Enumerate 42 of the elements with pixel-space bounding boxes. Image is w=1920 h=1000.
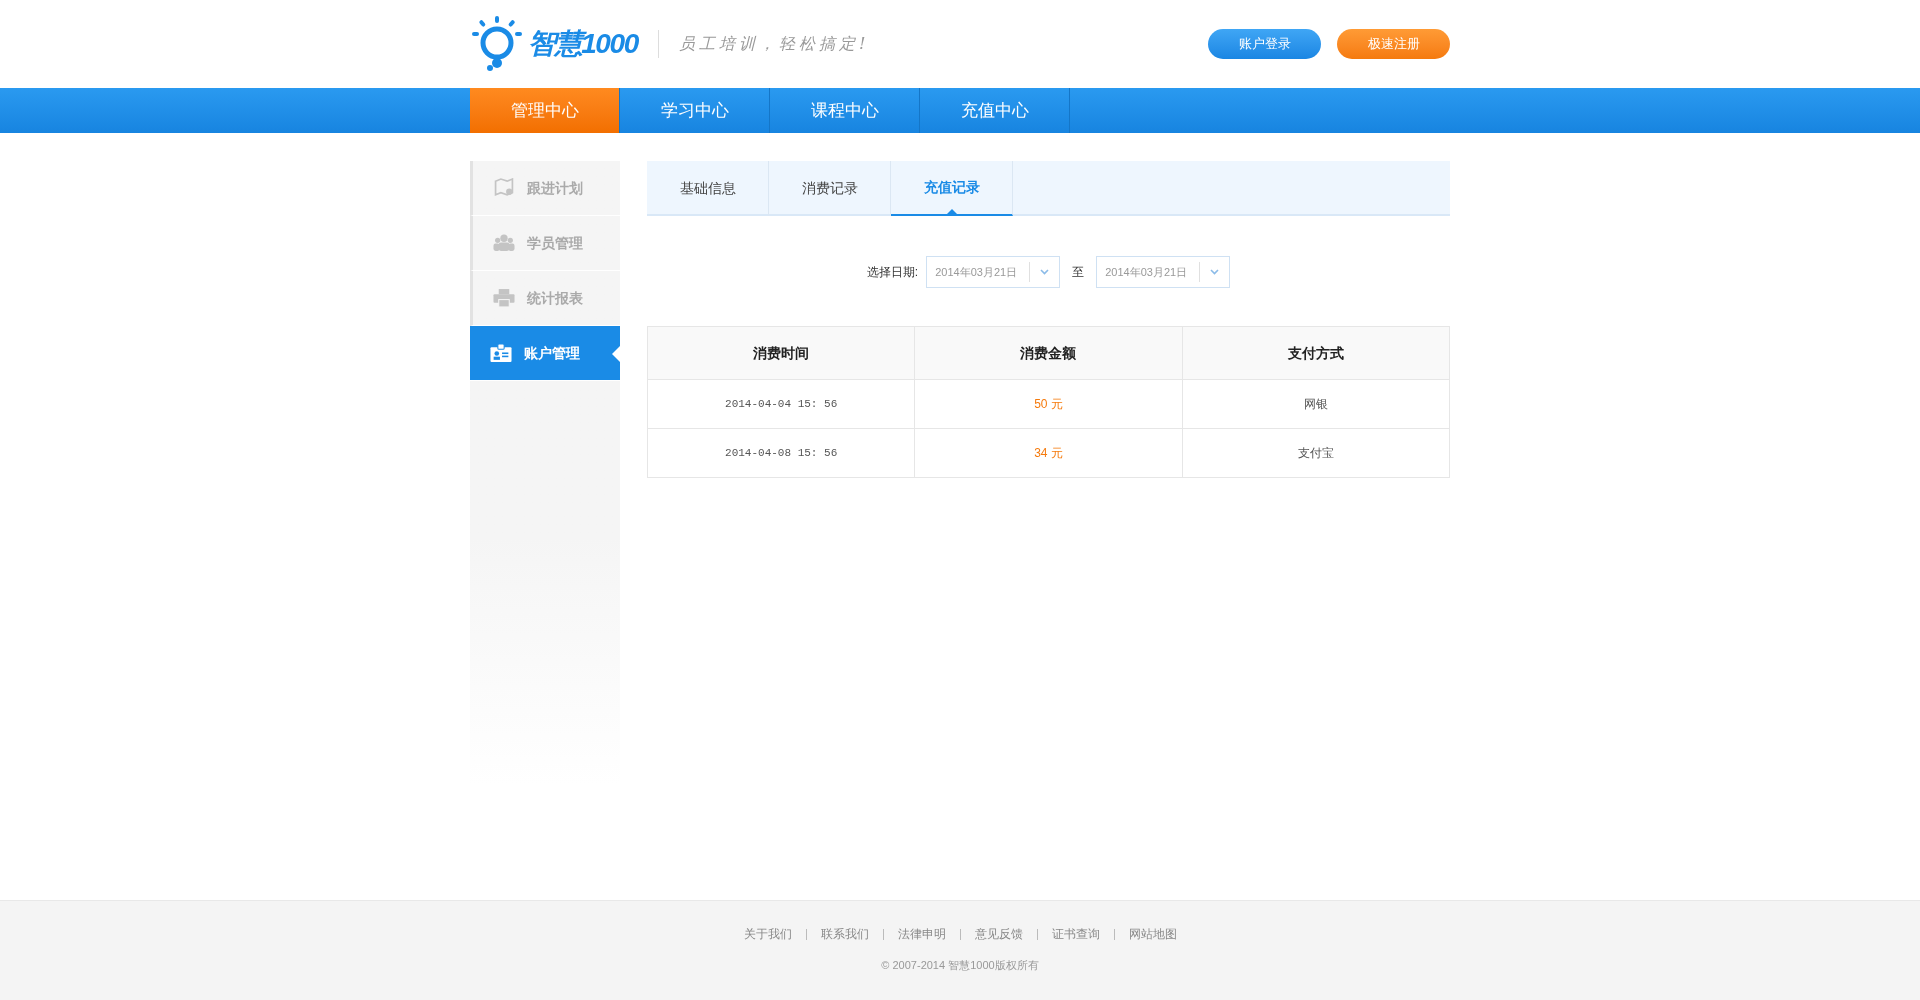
date-label: 选择日期: xyxy=(866,264,919,281)
copyright-text: © 2007-2014 智慧1000版权所有 xyxy=(881,958,1039,973)
id-card-icon xyxy=(490,343,512,363)
table-cell: 34 元 xyxy=(914,428,1183,478)
table-cell: 50 元 xyxy=(914,379,1183,429)
footer-link[interactable]: 法律申明 xyxy=(897,925,946,943)
date-picker[interactable]: 2014年03月21日 xyxy=(1096,256,1231,288)
footer-link[interactable]: 联系我们 xyxy=(820,925,869,943)
date-picker[interactable]: 2014年03月21日 xyxy=(926,256,1061,288)
sidebar-item[interactable]: 跟进计划 xyxy=(470,161,620,216)
printer-icon xyxy=(493,288,515,308)
table-cell: 2014-04-04 15: 56 xyxy=(647,379,915,429)
pointer-notch xyxy=(612,346,620,362)
range-separator: 至 xyxy=(1072,264,1085,281)
column-header: 消费金额 xyxy=(914,326,1183,380)
column-header: 支付方式 xyxy=(1182,326,1450,380)
sidebar-item[interactable]: 学员管理 xyxy=(470,216,620,271)
people-icon xyxy=(493,233,515,253)
register-button[interactable]: 极速注册 xyxy=(1337,29,1450,59)
slogan: 员工培训，轻松搞定! xyxy=(678,33,870,55)
footer-link[interactable]: 关于我们 xyxy=(743,925,792,943)
logo-text: 智慧1000 xyxy=(528,27,638,61)
tab[interactable]: 充值记录 xyxy=(891,161,1013,216)
table-cell: 网银 xyxy=(1182,379,1450,429)
lightbulb-logo-icon xyxy=(470,16,524,72)
table-cell: 支付宝 xyxy=(1182,428,1450,478)
login-button[interactable]: 账户登录 xyxy=(1208,29,1321,59)
chevron-down-icon xyxy=(1210,269,1220,275)
footer-link[interactable]: 意见反馈 xyxy=(974,925,1023,943)
nav-tab[interactable]: 课程中心 xyxy=(770,88,920,133)
sidebar-item[interactable]: 账户管理 xyxy=(470,326,620,381)
column-header: 消费时间 xyxy=(647,326,915,380)
nav-tab[interactable]: 充值中心 xyxy=(920,88,1070,133)
nav-tab[interactable]: 管理中心 xyxy=(470,88,620,133)
chevron-down-icon xyxy=(1040,269,1050,275)
nav-tab[interactable]: 学习中心 xyxy=(620,88,770,133)
tab[interactable]: 基础信息 xyxy=(647,161,769,216)
footer-link[interactable]: 证书查询 xyxy=(1051,925,1100,943)
tab[interactable]: 消费记录 xyxy=(769,161,891,216)
footer-link[interactable]: 网站地图 xyxy=(1128,925,1177,943)
table-cell: 2014-04-08 15: 56 xyxy=(647,428,915,478)
map-icon xyxy=(493,178,515,198)
